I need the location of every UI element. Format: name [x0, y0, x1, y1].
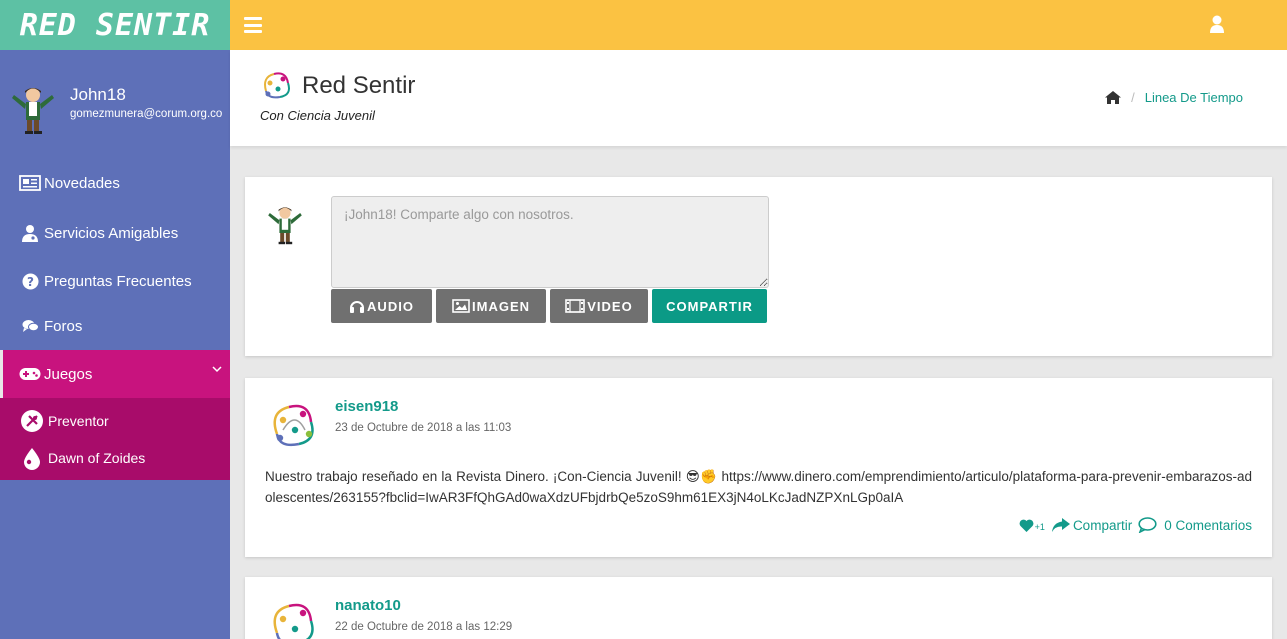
sidebar-item-servicios-amigables[interactable]: Servicios Amigables — [0, 210, 230, 256]
sidebar-item-foros[interactable]: Foros — [0, 303, 230, 349]
timeline-post: eisen918 23 de Octubre de 2018 a las 11:… — [245, 378, 1272, 557]
share-button[interactable]: Compartir — [1051, 517, 1133, 533]
drop-icon — [20, 446, 44, 470]
post-textarea[interactable] — [331, 196, 769, 288]
breadcrumb-separator: / — [1131, 90, 1135, 105]
sidebar: John18 gomezmunera@corum.org.co Novedade… — [0, 50, 230, 639]
share-post-button-label: COMPARTIR — [666, 298, 753, 314]
sidebar-item-label: Servicios Amigables — [44, 224, 179, 242]
timeline-post: nanato10 22 de Octubre de 2018 a las 12:… — [245, 577, 1272, 639]
film-icon — [565, 299, 586, 313]
post-actions: +1 Compartir 0 Comentarios — [1019, 517, 1252, 533]
content-header: Red Sentir Con Ciencia Juvenil / Linea D… — [230, 50, 1287, 146]
post-composer: AUDIO IMAGEN VIDEO COMPARTIR — [245, 177, 1272, 356]
brand-logo[interactable]: RED SENTIR — [0, 0, 230, 50]
sidebar-item-juegos[interactable]: Juegos — [0, 350, 230, 398]
juegos-submenu: Preventor Dawn of Zoides — [0, 398, 230, 480]
video-button[interactable]: VIDEO — [550, 289, 648, 323]
breadcrumb: / Linea De Tiempo — [1105, 90, 1243, 105]
sidebar-item-label: Foros — [44, 317, 83, 335]
page-subtitle: Con Ciencia Juvenil — [260, 108, 375, 123]
user-md-icon — [18, 223, 42, 243]
sidebar-item-preguntas-frecuentes[interactable]: ? Preguntas Frecuentes — [0, 258, 230, 304]
audio-button[interactable]: AUDIO — [331, 289, 432, 323]
red-sentir-logo — [264, 72, 290, 99]
comment-icon — [1138, 517, 1157, 533]
sidebar-item-label: Preguntas Frecuentes — [44, 272, 192, 290]
audio-button-label: AUDIO — [367, 298, 414, 314]
sidebar-item-label: Juegos — [44, 365, 93, 383]
svg-text:?: ? — [27, 275, 34, 289]
heart-icon — [1019, 519, 1034, 532]
submenu-item-label: Dawn of Zoides — [48, 450, 146, 466]
image-button-label: IMAGEN — [472, 298, 530, 314]
question-circle-icon: ? — [18, 271, 42, 291]
post-author[interactable]: nanato10 — [335, 597, 401, 614]
submenu-item-preventor[interactable]: Preventor — [0, 403, 230, 439]
top-navbar — [230, 0, 1287, 50]
post-author[interactable]: eisen918 — [335, 398, 398, 415]
brand-name: RED SENTIR — [19, 7, 211, 43]
like-count: +1 — [1034, 522, 1045, 532]
home-icon[interactable] — [1105, 91, 1122, 104]
user-email: gomezmunera@corum.org.co — [70, 108, 223, 120]
page-title: Red Sentir — [302, 72, 416, 99]
submenu-item-label: Preventor — [48, 413, 109, 429]
chevron-down-icon — [212, 366, 222, 373]
newspaper-icon — [18, 173, 42, 193]
post-date: 23 de Octubre de 2018 a las 11:03 — [335, 422, 512, 434]
composer-avatar — [268, 207, 302, 245]
image-button[interactable]: IMAGEN — [436, 289, 546, 323]
post-date: 22 de Octubre de 2018 a las 12:29 — [335, 621, 513, 633]
preventor-icon — [20, 409, 44, 433]
user-avatar — [12, 88, 54, 134]
comments-icon — [18, 316, 42, 336]
user-name: John18 — [70, 85, 126, 104]
like-button[interactable]: +1 — [1019, 518, 1045, 532]
video-button-label: VIDEO — [587, 298, 633, 314]
share-button-label: Compartir — [1072, 517, 1133, 533]
sidebar-item-label: Novedades — [44, 174, 120, 192]
hamburger-icon[interactable] — [244, 17, 262, 33]
comments-label: 0 Comentarios — [1164, 517, 1252, 533]
breadcrumb-current[interactable]: Linea De Tiempo — [1145, 90, 1243, 105]
user-icon[interactable] — [1209, 14, 1225, 34]
sidebar-item-novedades[interactable]: Novedades — [0, 160, 230, 206]
gamepad-icon — [18, 364, 42, 384]
post-author-logo — [273, 404, 314, 447]
post-author-logo — [273, 603, 314, 639]
user-panel: John18 gomezmunera@corum.org.co — [0, 50, 230, 160]
submenu-item-dawn-of-zoides[interactable]: Dawn of Zoides — [0, 440, 230, 476]
image-icon — [452, 299, 470, 313]
comments-button[interactable]: 0 Comentarios — [1138, 517, 1252, 533]
post-text: Nuestro trabajo reseñado en la Revista D… — [265, 469, 1252, 505]
share-icon — [1051, 517, 1070, 532]
headphones-icon — [350, 301, 365, 313]
share-post-button[interactable]: COMPARTIR — [652, 289, 767, 323]
